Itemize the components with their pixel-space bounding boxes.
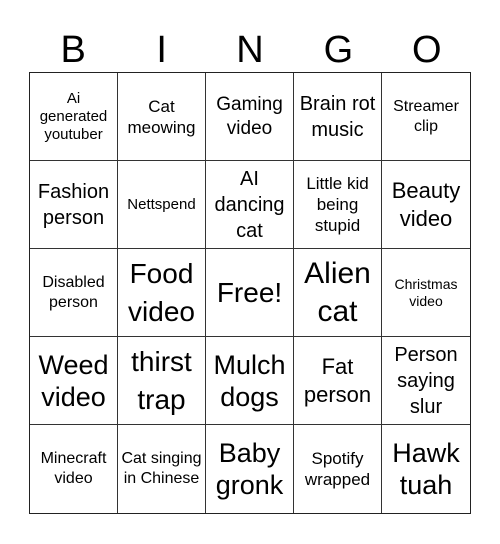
- bingo-cell[interactable]: Mulch dogs: [206, 337, 294, 425]
- bingo-cell[interactable]: Spotify wrapped: [294, 425, 382, 513]
- bingo-cell[interactable]: Alien cat: [294, 249, 382, 337]
- cell-text: Beauty video: [391, 177, 461, 231]
- bingo-cell[interactable]: Fat person: [294, 337, 382, 425]
- bingo-cell[interactable]: Cat singing in Chinese: [118, 425, 206, 513]
- cell-text: Gaming video: [216, 93, 283, 139]
- bingo-cell[interactable]: Nettspend: [118, 161, 206, 249]
- bingo-header: B I N G O: [29, 28, 471, 72]
- cell-text: Free!: [216, 276, 283, 308]
- cell-text: Cat meowing: [127, 96, 196, 137]
- cell-text: Fashion person: [37, 180, 110, 229]
- cell-text: Disabled person: [42, 273, 105, 311]
- cell-text: thirst trap: [131, 345, 192, 415]
- free-space-cell[interactable]: Free!: [206, 249, 294, 337]
- header-letter-g: G: [323, 29, 354, 71]
- cell-text: Hawk tuah: [392, 438, 460, 500]
- cell-text: Baby gronk: [215, 438, 284, 500]
- bingo-cell[interactable]: Christmas video: [382, 249, 470, 337]
- bingo-cell[interactable]: Fashion person: [30, 161, 118, 249]
- bingo-cell[interactable]: thirst trap: [118, 337, 206, 425]
- bingo-cell[interactable]: Baby gronk: [206, 425, 294, 513]
- cell-text: AI dancing cat: [214, 167, 285, 242]
- bingo-cell[interactable]: Hawk tuah: [382, 425, 470, 513]
- header-letter-n: N: [236, 29, 264, 71]
- cell-text: Cat singing in Chinese: [121, 450, 202, 487]
- header-letter-i: I: [156, 29, 167, 71]
- cell-text: Fat person: [303, 353, 372, 407]
- cell-text: Food video: [128, 257, 195, 327]
- cell-text: Streamer clip: [393, 97, 459, 135]
- cell-text: Mulch dogs: [213, 349, 286, 412]
- cell-text: Weed video: [38, 349, 109, 412]
- cell-text: Minecraft video: [40, 450, 107, 487]
- cell-text: Brain rot music: [299, 92, 376, 141]
- bingo-cell[interactable]: Person saying slur: [382, 337, 470, 425]
- bingo-cell[interactable]: Weed video: [30, 337, 118, 425]
- bingo-cell[interactable]: Disabled person: [30, 249, 118, 337]
- cell-text: Little kid being stupid: [306, 174, 369, 235]
- bingo-cell[interactable]: AI dancing cat: [206, 161, 294, 249]
- bingo-cell[interactable]: Ai generated youtuber: [30, 73, 118, 161]
- header-letter-o: O: [412, 29, 442, 71]
- cell-text: Spotify wrapped: [304, 449, 371, 489]
- bingo-cell[interactable]: Cat meowing: [118, 73, 206, 161]
- bingo-cell[interactable]: Gaming video: [206, 73, 294, 161]
- cell-text: Person saying slur: [394, 343, 458, 418]
- cell-text: Alien cat: [304, 256, 371, 328]
- bingo-cell[interactable]: Minecraft video: [30, 425, 118, 513]
- cell-text: Christmas video: [394, 275, 458, 309]
- bingo-cell[interactable]: Beauty video: [382, 161, 470, 249]
- bingo-cell[interactable]: Food video: [118, 249, 206, 337]
- header-letter-b: B: [60, 29, 86, 71]
- bingo-cell[interactable]: Brain rot music: [294, 73, 382, 161]
- cell-text: Nettspend: [127, 195, 196, 213]
- bingo-cell[interactable]: Little kid being stupid: [294, 161, 382, 249]
- bingo-grid: Ai generated youtuber Cat meowing Gaming…: [29, 72, 471, 514]
- bingo-cell[interactable]: Streamer clip: [382, 73, 470, 161]
- cell-text: Ai generated youtuber: [39, 89, 108, 143]
